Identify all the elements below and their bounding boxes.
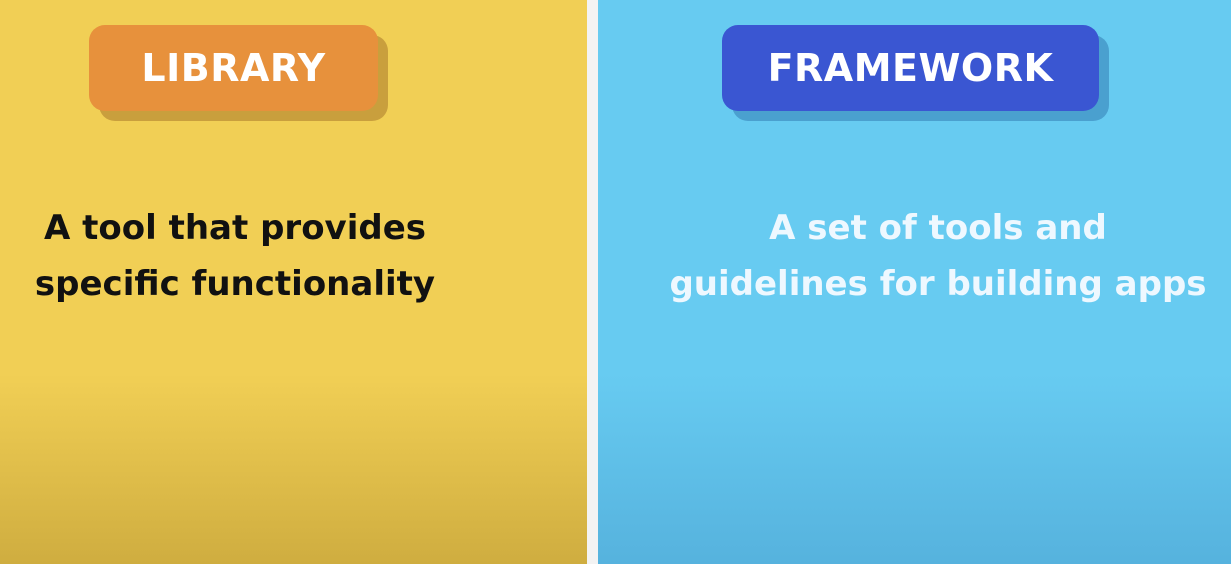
framework-panel-shade	[598, 374, 1231, 564]
framework-description-line-1: A set of tools and	[769, 208, 1107, 248]
library-description-line-2: specific functionality	[34, 264, 436, 304]
framework-badge: FRAMEWORK	[722, 25, 1099, 111]
framework-description: A set of tools and guidelines for buildi…	[638, 200, 1231, 312]
comparison-slide: LIBRARY A tool that provides specific fu…	[0, 0, 1231, 564]
library-description-line-1: A tool that provides	[43, 208, 427, 248]
framework-panel: FRAMEWORK A set of tools and guidelines …	[598, 0, 1231, 564]
panel-divider	[587, 0, 598, 564]
library-panel: LIBRARY A tool that provides specific fu…	[0, 0, 587, 564]
library-panel-shade	[0, 374, 587, 564]
framework-description-line-2: guidelines for building apps	[669, 264, 1207, 304]
library-description: A tool that provides specific functional…	[0, 200, 470, 312]
library-badge: LIBRARY	[89, 25, 378, 111]
